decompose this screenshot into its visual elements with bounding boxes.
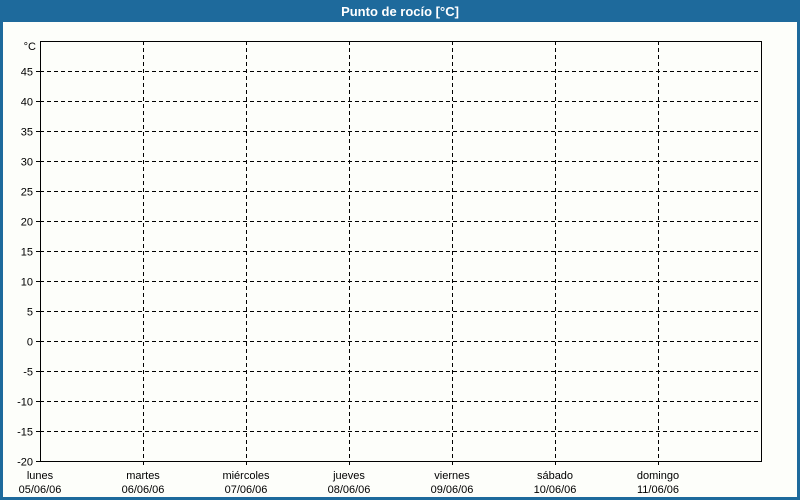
x-date-label: 07/06/06: [225, 484, 268, 496]
y-tick-label: -10: [17, 397, 33, 409]
chart-title-bar: Punto de rocío [°C]: [0, 0, 800, 22]
x-date-label: 05/06/06: [19, 484, 62, 496]
y-tick-label: 35: [21, 127, 33, 139]
y-tick-label: -15: [17, 427, 33, 439]
x-date-label: 06/06/06: [122, 484, 165, 496]
y-tick-label: -5: [23, 367, 33, 379]
dewpoint-chart: 45 40 35 30 25 20 15 10 5 0 -5 -10 -15 -20 °C lunes 05/0…: [17, 41, 762, 496]
y-tick-label: 15: [21, 247, 33, 259]
x-day-label: jueves: [332, 470, 365, 482]
x-date-label: 10/06/06: [534, 484, 577, 496]
y-tick-label: 40: [21, 97, 33, 109]
chart-content-area: 45 40 35 30 25 20 15 10 5 0 -5 -10 -15 -20 °C lunes 05/0…: [3, 22, 797, 497]
y-tick-label: 10: [21, 277, 33, 289]
y-tick-label: 45: [21, 67, 33, 79]
x-day-label: miércoles: [222, 470, 270, 482]
chart-window: Punto de rocío [°C] 45 40 35 30 25 20 15 10 5 0 -5…: [0, 0, 800, 500]
x-date-label: 08/06/06: [328, 484, 371, 496]
x-day-label: domingo: [637, 470, 679, 482]
y-tick-label: 30: [21, 157, 33, 169]
y-axis-unit-label: °C: [24, 41, 36, 53]
y-tick-label: 25: [21, 187, 33, 199]
x-date-label: 09/06/06: [431, 484, 474, 496]
chart-title: Punto de rocío [°C]: [341, 3, 459, 19]
y-tick-label: 20: [21, 217, 33, 229]
x-day-label: lunes: [27, 470, 54, 482]
x-day-label: sábado: [537, 470, 573, 482]
y-tick-label: -20: [17, 457, 33, 469]
y-tick-label: 5: [27, 307, 33, 319]
x-date-label: 11/06/06: [637, 484, 679, 496]
x-day-label: viernes: [434, 470, 470, 482]
x-day-label: martes: [126, 470, 160, 482]
y-tick-label: 0: [27, 337, 33, 349]
